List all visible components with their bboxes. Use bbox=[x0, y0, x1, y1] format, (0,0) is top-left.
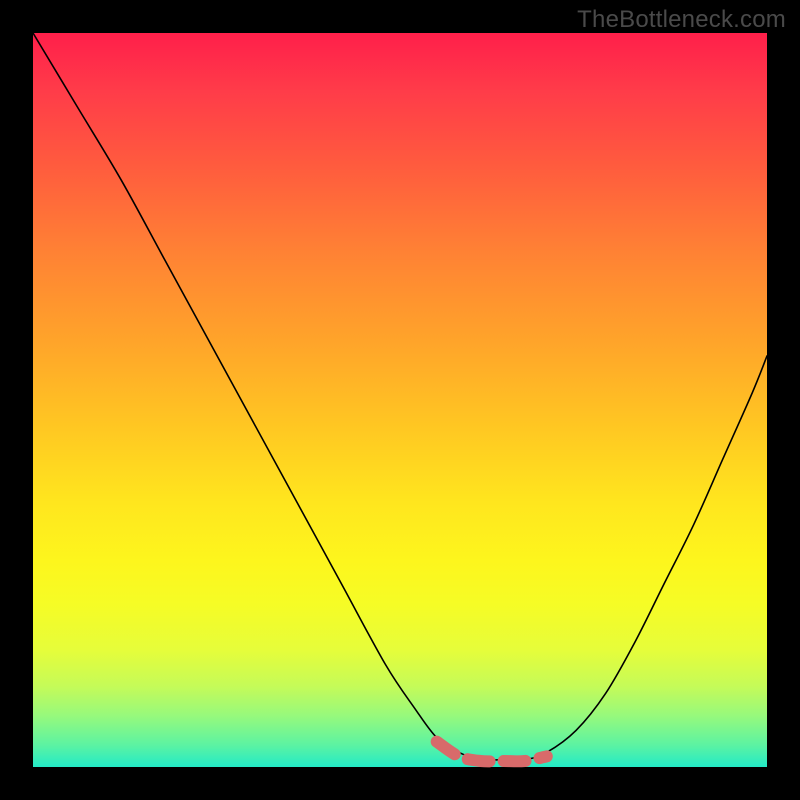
watermark-text: TheBottleneck.com bbox=[577, 6, 786, 34]
chart-plot-area bbox=[33, 33, 767, 767]
bottleneck-curve bbox=[33, 33, 767, 767]
